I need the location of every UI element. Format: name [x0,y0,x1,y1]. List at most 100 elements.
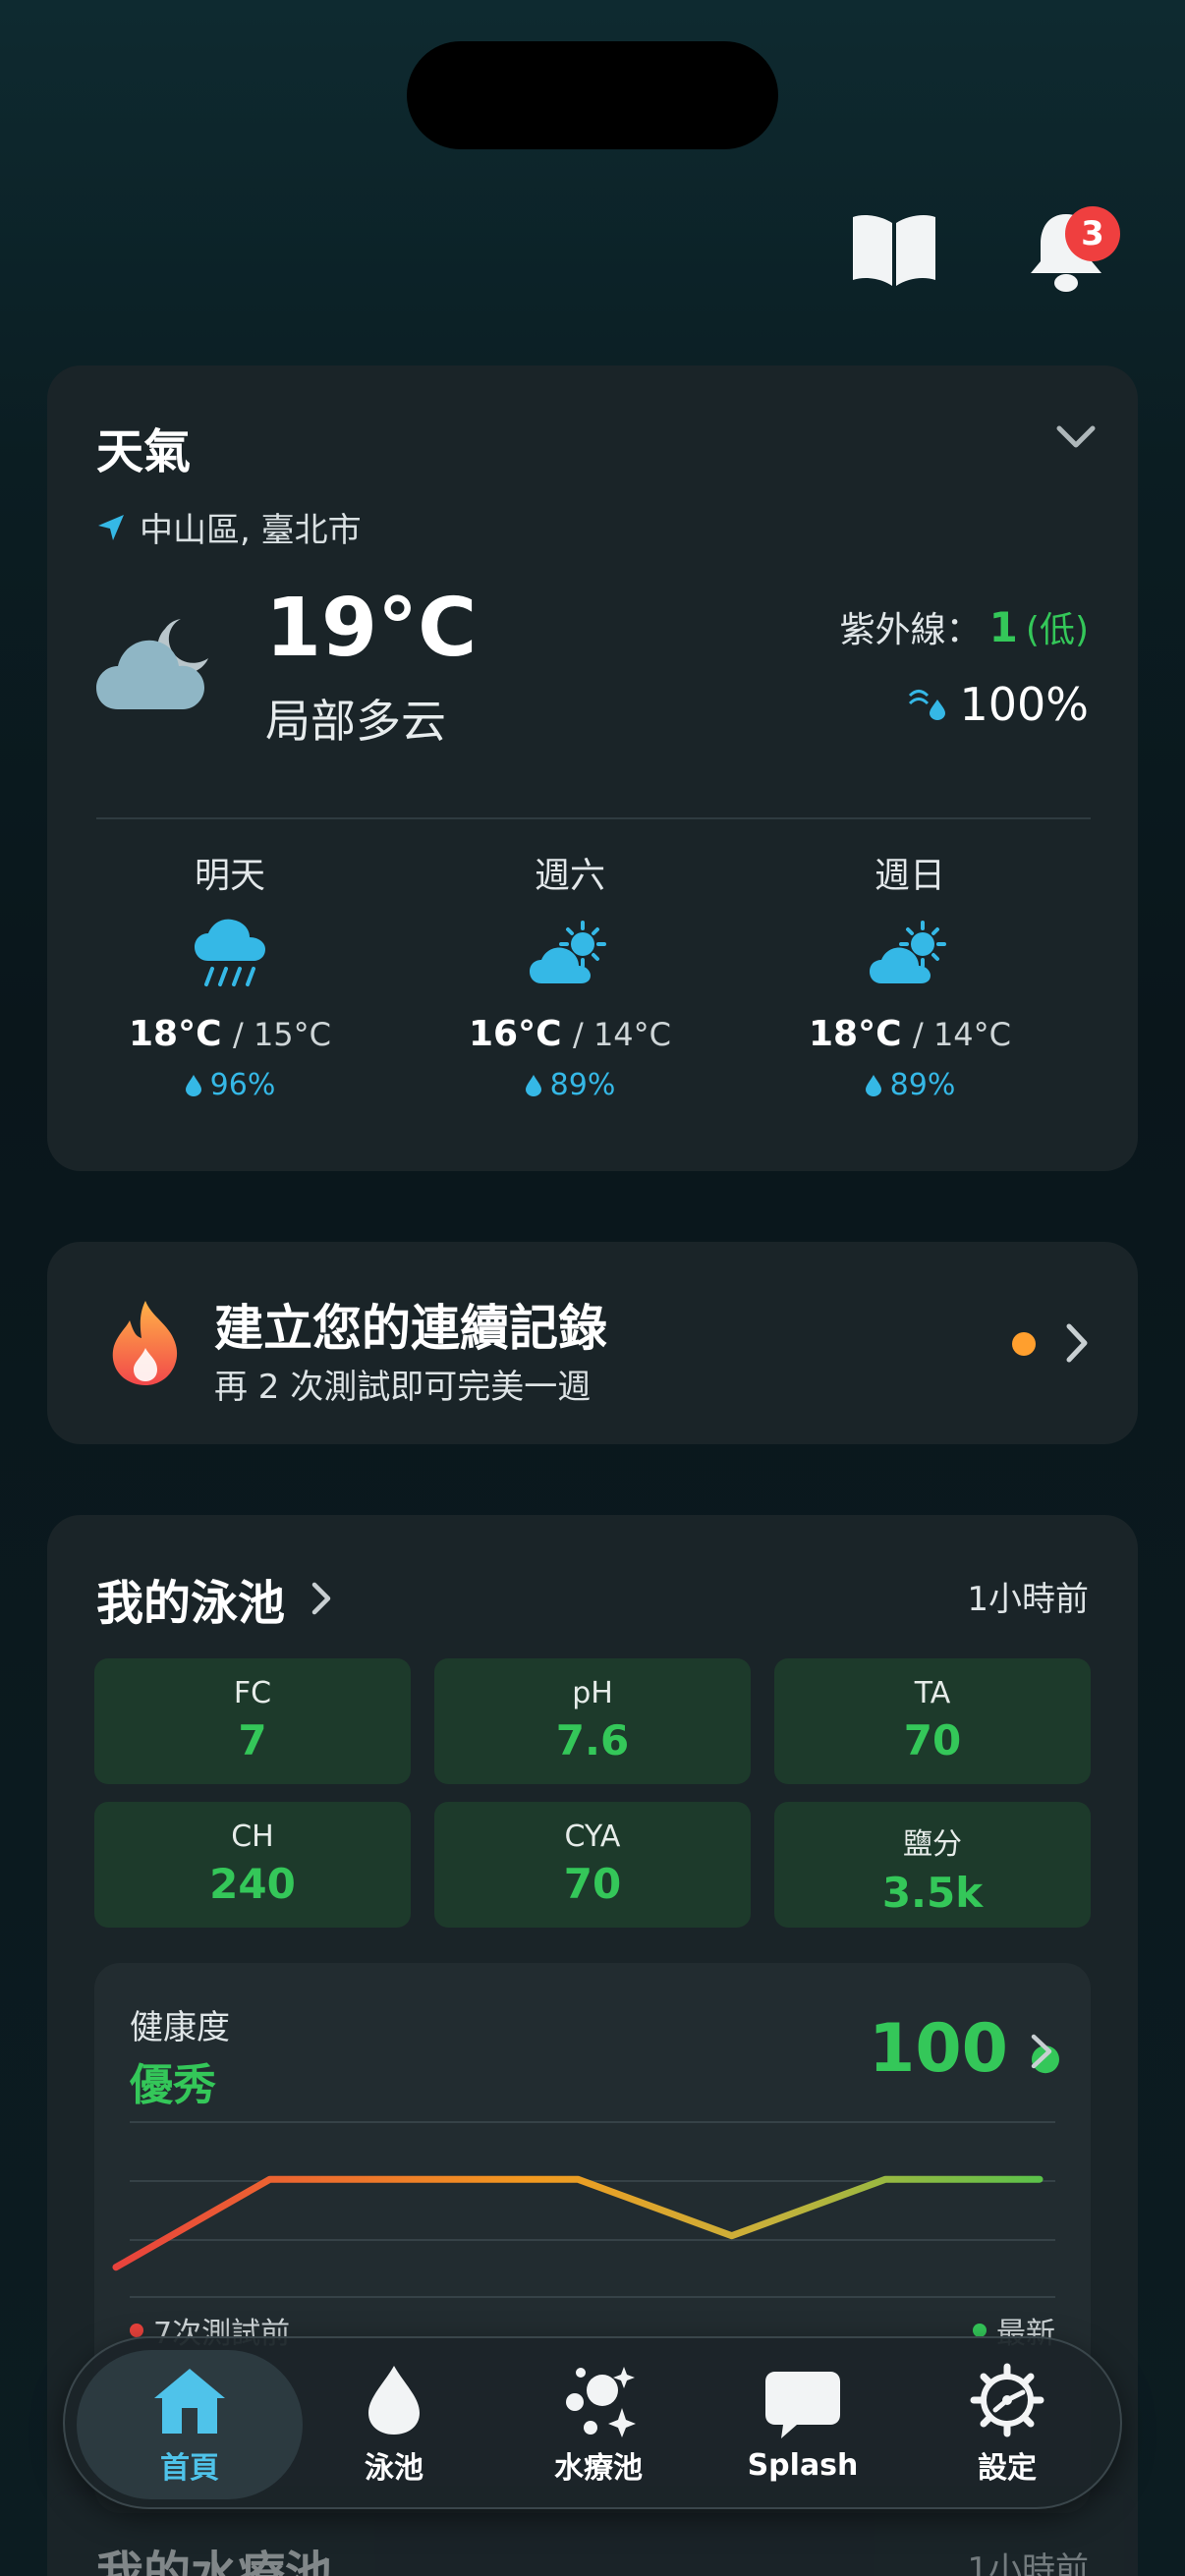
rain-cloud-icon [195,919,265,986]
pool-updated: 1小時前 [967,1580,1089,1619]
forecast-high: 18°C [809,1014,902,1054]
forecast-rain: 89% [403,1068,737,1102]
dynamic-island [407,41,778,149]
guide-book-button[interactable] [845,206,943,291]
weather-condition: 局部多云 [265,695,446,748]
forecast-low: / 14°C [912,1016,1011,1053]
forecast-day-1: 明天 18°C / 15°C 96% [63,847,397,1102]
trend-line [112,2175,1044,2271]
tab-settings[interactable]: 設定 [894,2350,1120,2499]
legend-dot [973,2324,987,2337]
metric-ph[interactable]: pH 7.6 [434,1658,751,1784]
tab-home[interactable]: 首頁 [77,2350,303,2499]
humidity-value: 100% [959,678,1089,731]
forecast-rain-value: 89% [549,1068,616,1102]
tab-label: 水療池 [554,2451,643,2486]
metric-label: pH [572,1676,613,1710]
metric-label: CYA [564,1820,621,1854]
streak-card[interactable]: 建立您的連續記錄 再 2 次測試即可完美一週 [47,1242,1138,1444]
book-icon [853,215,935,286]
metric-label: TA [914,1676,951,1710]
streak-title: 建立您的連續記錄 [214,1300,607,1357]
tab-spa[interactable]: 水療池 [485,2350,711,2499]
uv-label: 紫外線： [839,610,982,650]
metric-label: 鹽分 [903,1827,962,1862]
tab-label: 設定 [978,2451,1037,2486]
metric-fc[interactable]: FC 7 [94,1658,411,1784]
uv-value: 1 [988,603,1018,651]
notification-badge: 3 [1065,206,1120,261]
metric-value: 240 [209,1860,296,1908]
chevron-right-icon [1066,1323,1088,1363]
raindrop-icon [185,1074,201,1096]
current-temperature: 19°C [265,582,478,675]
forecast-low: / 14°C [572,1016,671,1053]
forecast-rain-value: 96% [209,1068,276,1102]
partly-sunny-icon [530,921,606,983]
forecast-day: 週日 [874,856,945,896]
metric-value: 7.6 [555,1716,630,1764]
spa-updated: 1小時前 [967,2550,1089,2576]
metric-value: 70 [563,1860,622,1908]
chat-bubble-icon [765,2371,840,2438]
forecast-rain-value: 89% [889,1068,956,1102]
spa-title: 我的水療池 [96,2547,333,2576]
divider [96,817,1091,819]
notifications-button[interactable]: 3 [1012,196,1120,305]
metric-salt[interactable]: 鹽分 3.5k [774,1802,1091,1928]
chevron-right-icon [311,1582,331,1615]
uv-index: 紫外線： 1 (低) [840,601,1089,652]
health-status: 優秀 [130,2060,216,2110]
location-text: 中山區, 臺北市 [140,511,362,550]
location-arrow-icon [98,514,124,540]
raindrop-icon [865,1074,881,1096]
metric-cya[interactable]: CYA 70 [434,1802,751,1928]
humidity-icon [909,690,946,720]
home-icon [154,2369,225,2434]
forecast-high: 18°C [129,1014,222,1054]
home-screen: 3 天氣 中山區, 臺北市 19°C 局部多云 紫外線： 1 (低) 100% … [0,0,1185,2576]
tab-label: Splash [747,2447,859,2483]
water-drop-icon [368,2366,420,2435]
legend-dot [130,2324,143,2337]
health-score: 100 [869,2010,1008,2088]
uv-level: (低) [1025,610,1089,650]
tab-pool[interactable]: 泳池 [281,2350,507,2499]
flame-icon [112,1301,178,1385]
health-label: 健康度 [130,2008,230,2047]
gear-icon [970,2363,1044,2437]
tab-label: 泳池 [365,2451,423,2486]
partly-sunny-icon [870,921,946,983]
pool-title: 我的泳池 [96,1576,286,1631]
streak-subtitle: 再 2 次測試即可完美一週 [214,1368,592,1407]
cloudy-night-icon [96,619,208,709]
metric-value: 7 [238,1716,267,1764]
forecast-day: 週六 [534,856,605,896]
metric-value: 70 [903,1716,962,1764]
pool-title-link[interactable]: 我的泳池 [96,1564,334,1633]
bubbles-icon [566,2367,636,2437]
forecast-low: / 15°C [232,1016,331,1053]
forecast-high: 16°C [469,1014,562,1054]
forecast-day-2: 週六 16°C / 14°C 89% [403,847,737,1102]
tab-label: 首頁 [160,2451,219,2486]
metric-label: FC [233,1676,272,1710]
raindrop-icon [525,1074,541,1096]
tab-bar: 首頁 泳池 水療池 Splash 設定 [63,2336,1122,2509]
weather-location: 中山區, 臺北市 [96,503,362,551]
forecast-rain: 96% [63,1068,397,1102]
metric-label: CH [231,1820,274,1854]
tab-splash[interactable]: Splash [690,2350,916,2499]
metric-ta[interactable]: TA 70 [774,1658,1091,1784]
weather-card[interactable]: 天氣 中山區, 臺北市 19°C 局部多云 紫外線： 1 (低) 100% 明天… [47,365,1138,1171]
streak-indicator-dot [1012,1332,1036,1356]
forecast-rain: 89% [743,1068,1077,1102]
forecast-day: 明天 [194,856,265,896]
weather-title: 天氣 [96,424,192,479]
chevron-right-icon [1031,2034,1052,2069]
metric-ch[interactable]: CH 240 [94,1802,411,1928]
forecast-day-3: 週日 18°C / 14°C 89% [743,847,1077,1102]
humidity: 100% [908,678,1089,731]
metric-value: 3.5k [881,1869,984,1917]
chevron-down-icon[interactable] [1053,415,1099,460]
